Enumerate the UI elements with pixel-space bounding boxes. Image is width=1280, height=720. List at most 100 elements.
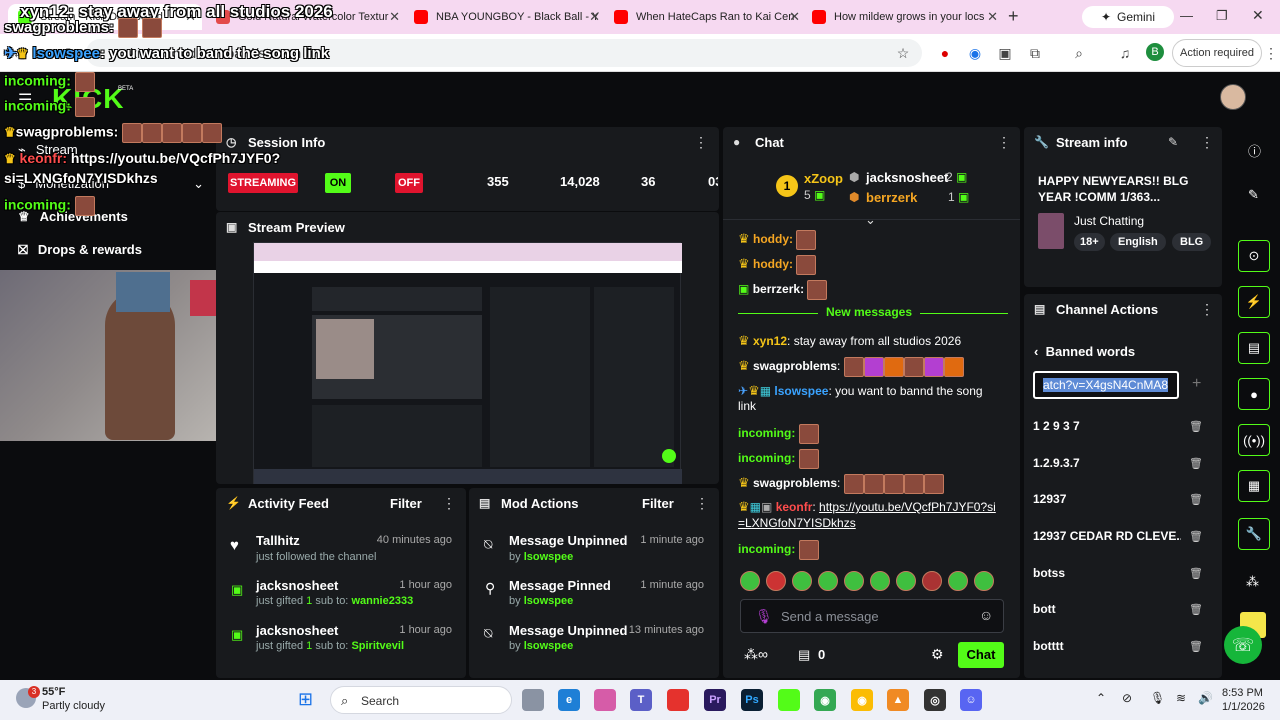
wrench-icon[interactable]: 🔧 xyxy=(1238,518,1270,550)
activity-user[interactable]: jacksnosheet xyxy=(256,623,338,638)
tab-mildew[interactable]: How mildew grows in your locs ✕ xyxy=(808,4,1004,30)
action-required-button[interactable]: Action required xyxy=(1172,39,1262,67)
close-tab-icon[interactable]: ✕ xyxy=(389,9,400,25)
clock-date[interactable]: 1/1/2026 xyxy=(1222,701,1265,713)
edge-icon[interactable]: e xyxy=(558,689,580,711)
menu-kebab-icon[interactable]: ⋮ xyxy=(1262,44,1280,62)
chrome-icon[interactable]: ◉ xyxy=(851,689,873,711)
media-control-icon[interactable]: ♫ xyxy=(1116,44,1134,62)
task-view-icon[interactable] xyxy=(522,689,544,711)
extension-icon[interactable]: ◉ xyxy=(966,44,984,62)
activity-user[interactable]: jacksnosheet xyxy=(256,578,338,593)
banned-word-input[interactable]: atch?v=X4gsN4CnMA8 xyxy=(1033,371,1179,399)
trash-icon[interactable]: 🗑 xyxy=(1189,603,1203,616)
chat-username[interactable]: lsowspee xyxy=(774,384,828,398)
teams-icon[interactable]: T xyxy=(630,689,652,711)
kebab-menu-icon[interactable]: ⋮ xyxy=(1200,302,1214,316)
on-button[interactable]: ON xyxy=(325,173,351,193)
new-tab-button[interactable]: + xyxy=(1008,6,1019,27)
off-button[interactable]: OFF xyxy=(395,173,423,193)
windows-start-icon[interactable]: ⊞ xyxy=(298,689,313,710)
profile-avatar[interactable]: B xyxy=(1146,43,1164,61)
discord-icon[interactable]: ☺ xyxy=(960,689,982,711)
emote-button[interactable] xyxy=(870,571,890,591)
extension-icon[interactable]: ▣ xyxy=(996,44,1014,62)
emote-button[interactable] xyxy=(818,571,838,591)
broadcast-icon[interactable]: ((•)) xyxy=(1238,424,1270,456)
chat-username[interactable]: incoming xyxy=(738,451,791,465)
trash-icon[interactable]: 🗑 xyxy=(1189,567,1203,580)
gift-target[interactable]: Spiritvevil xyxy=(351,640,404,652)
gemini-button[interactable]: ✦ Gemini xyxy=(1082,6,1174,28)
filter-button[interactable]: Filter xyxy=(642,496,674,511)
bolt-icon[interactable]: ⚡ xyxy=(1238,286,1270,318)
chat-send-button[interactable]: Chat xyxy=(958,642,1004,668)
close-tab-icon[interactable]: ✕ xyxy=(589,9,600,25)
bookmark-star-icon[interactable]: ☆ xyxy=(894,44,912,62)
app-icon[interactable]: ▲ xyxy=(887,689,909,711)
category-thumbnail[interactable] xyxy=(1038,213,1064,249)
add-banned-word-button[interactable]: + xyxy=(1192,375,1201,393)
chat-username[interactable]: swagproblems xyxy=(753,359,837,373)
support-fab-button[interactable]: ☏ xyxy=(1224,626,1262,664)
chat-input-box[interactable]: 🎙 Send a message ☺ xyxy=(740,599,1004,633)
category-name[interactable]: Just Chatting xyxy=(1074,214,1144,228)
close-window-button[interactable]: ✕ xyxy=(1252,7,1264,24)
obs-icon[interactable]: ◎ xyxy=(924,689,946,711)
microphone-icon[interactable]: 🎙 xyxy=(1150,691,1165,705)
emoji-icon[interactable]: ☺ xyxy=(979,607,993,623)
edit-pencil-icon[interactable]: ✎ xyxy=(1168,135,1178,149)
mod-user[interactable]: lsowspee xyxy=(524,640,574,652)
kebab-menu-icon[interactable]: ⋮ xyxy=(694,135,708,149)
chat-username[interactable]: hoddy xyxy=(753,257,789,271)
tray-icon[interactable]: ⊘ xyxy=(1122,691,1132,705)
volume-icon[interactable]: 🔊 xyxy=(1198,691,1213,705)
minimize-button[interactable]: — xyxy=(1180,8,1193,23)
chat-bubble-icon[interactable]: ● xyxy=(1238,378,1270,410)
user-avatar[interactable] xyxy=(1220,84,1246,110)
new-messages-divider[interactable]: New messages xyxy=(738,305,1000,319)
premiere-icon[interactable]: Pr xyxy=(704,689,726,711)
settings-gear-icon[interactable]: ⚙ xyxy=(931,646,944,663)
leaderboard-user[interactable]: berrzerk xyxy=(866,190,917,205)
sidebar-item-drops[interactable]: ⛝ Drops & rewards xyxy=(18,242,142,258)
stream-preview-video[interactable] xyxy=(253,242,682,484)
emote-button[interactable] xyxy=(948,571,968,591)
wifi-icon[interactable]: ≋ xyxy=(1176,691,1186,705)
close-tab-icon[interactable]: ✕ xyxy=(987,9,998,25)
app-icon[interactable] xyxy=(778,689,800,711)
activity-user[interactable]: Tallhitz xyxy=(256,533,300,548)
leaderboard-user[interactable]: xZoop xyxy=(804,171,843,186)
filter-button[interactable]: Filter xyxy=(390,496,422,511)
trash-icon[interactable]: 🗑 xyxy=(1189,457,1203,470)
extensions-puzzle-icon[interactable]: ⧉ xyxy=(1026,44,1044,62)
mod-user[interactable]: lsowspee xyxy=(524,595,574,607)
kebab-menu-icon[interactable]: ⋮ xyxy=(1200,135,1214,149)
banned-words-back[interactable]: ‹ Banned words xyxy=(1034,344,1135,359)
emote-button[interactable] xyxy=(766,571,786,591)
chat-username[interactable]: swagproblems xyxy=(753,476,837,490)
chat-username[interactable]: incoming xyxy=(738,542,791,556)
photoshop-icon[interactable]: Ps xyxy=(741,689,763,711)
edit-pencil-icon[interactable]: ✎ xyxy=(1248,187,1259,203)
chat-username[interactable]: xyn12 xyxy=(753,334,787,348)
emote-button[interactable] xyxy=(922,571,942,591)
app-icon[interactable] xyxy=(667,689,689,711)
capture-icon[interactable]: ⊙ xyxy=(1238,240,1270,272)
opera-extension-icon[interactable]: ● xyxy=(936,44,954,62)
notes-icon[interactable]: ▤ xyxy=(1238,332,1270,364)
info-icon[interactable]: ⓘ xyxy=(1248,141,1261,160)
tray-chevron-icon[interactable]: ⌃ xyxy=(1096,691,1106,705)
copilot-icon[interactable] xyxy=(594,689,616,711)
chat-username[interactable]: keonfr xyxy=(776,500,813,514)
leaderboard-user[interactable]: jacksnosheet xyxy=(866,170,948,185)
taskbar-search[interactable]: ⌕ Search xyxy=(330,686,512,714)
connections-icon[interactable]: ⁂ xyxy=(1246,574,1259,590)
emote-button[interactable] xyxy=(974,571,994,591)
chat-username[interactable]: incoming xyxy=(738,426,791,440)
kebab-menu-icon[interactable]: ⋮ xyxy=(695,496,709,510)
trash-icon[interactable]: 🗑 xyxy=(1189,640,1203,653)
emote-button[interactable] xyxy=(740,571,760,591)
kebab-menu-icon[interactable]: ⋮ xyxy=(442,496,456,510)
gift-target[interactable]: wannie2333 xyxy=(351,595,413,607)
